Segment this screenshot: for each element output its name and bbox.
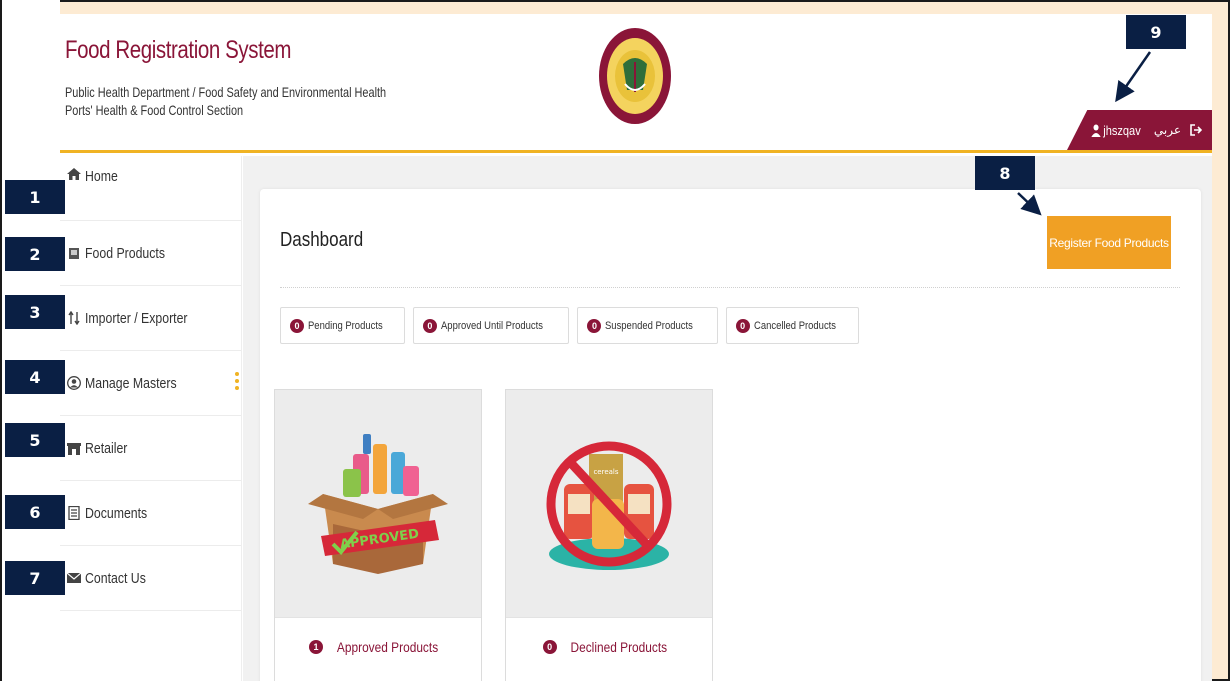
store-icon xyxy=(66,442,82,455)
suspended-products-filter[interactable]: 0 Suspended Products xyxy=(577,307,718,344)
sidebar-item-manage-masters[interactable]: Manage Masters xyxy=(60,351,241,416)
tile-caption: 1 Approved Products xyxy=(275,617,481,675)
sidebar-item-label: Manage Masters xyxy=(85,374,177,392)
tile-caption: 0 Declined Products xyxy=(506,617,712,675)
register-food-products-button[interactable]: Register Food Products xyxy=(1047,216,1171,269)
callout-9: 9 xyxy=(1126,15,1186,49)
home-icon xyxy=(66,168,82,180)
count-badge: 0 xyxy=(735,318,750,333)
document-icon xyxy=(66,506,82,520)
callout-7: 7 xyxy=(5,561,65,595)
filter-label: Cancelled Products xyxy=(753,319,836,332)
filter-label: Approved Until Products xyxy=(440,319,543,332)
status-filter-bar: 0 Pending Products 0 Approved Until Prod… xyxy=(280,307,859,344)
more-options-icon[interactable] xyxy=(235,372,239,390)
sidebar-item-retailer[interactable]: Retailer xyxy=(60,416,241,481)
approved-until-products-filter[interactable]: 0 Approved Until Products xyxy=(412,307,570,344)
app-title: Food Registration System xyxy=(65,36,292,64)
count-badge: 0 xyxy=(290,318,304,333)
user-menu-tab: jhszqav عربي xyxy=(1067,110,1212,150)
app-window: Food Registration System Public Health D… xyxy=(60,14,1212,681)
sidebar-item-home[interactable]: Home xyxy=(60,156,241,221)
envelope-icon xyxy=(66,573,82,583)
tile-label: Approved Products xyxy=(336,638,439,655)
callout-4: 4 xyxy=(5,360,65,394)
approved-products-tile[interactable]: APPROVED 1 Approved Products xyxy=(274,389,482,681)
food-products-icon xyxy=(66,247,82,260)
pending-products-filter[interactable]: 0 Pending Products xyxy=(280,307,405,344)
main-content: Dashboard Register Food Products 0 Pendi… xyxy=(243,156,1212,681)
callout-2: 2 xyxy=(5,237,65,271)
section-subtitle: Ports' Health & Food Control Section xyxy=(65,102,244,118)
app-header: Food Registration System Public Health D… xyxy=(60,14,1212,153)
count-badge: 0 xyxy=(587,318,602,333)
sidebar-item-contact-us[interactable]: Contact Us xyxy=(60,546,241,611)
sidebar-item-label: Home xyxy=(85,168,118,185)
page-title: Dashboard xyxy=(280,229,364,251)
cancelled-products-filter[interactable]: 0 Cancelled Products xyxy=(725,307,859,344)
username-label: jhszqav xyxy=(1103,122,1141,138)
manage-masters-icon xyxy=(66,376,82,390)
filter-label: Pending Products xyxy=(308,319,383,332)
state-of-qatar-ministry-seal-icon xyxy=(599,28,671,124)
dashboard-card: Dashboard Register Food Products 0 Pendi… xyxy=(260,189,1201,681)
callout-6: 6 xyxy=(5,495,65,529)
sidebar-item-label: Food Products xyxy=(85,244,166,262)
callout-1: 1 xyxy=(5,180,65,214)
declined-products-tile[interactable]: cereals 0 Declined Products xyxy=(505,389,713,681)
declined-cans-icon: cereals xyxy=(506,390,712,617)
sidebar-item-label: Contact Us xyxy=(85,569,146,587)
sidebar-item-food-products[interactable]: Food Products xyxy=(60,221,241,286)
count-badge: 1 xyxy=(308,639,323,654)
sidebar-item-importer-exporter[interactable]: Importer / Exporter xyxy=(60,286,241,351)
tile-label: Declined Products xyxy=(570,638,667,655)
user-icon xyxy=(1091,124,1101,137)
logout-icon[interactable] xyxy=(1190,124,1202,136)
approved-box-icon: APPROVED xyxy=(275,390,481,617)
callout-3: 3 xyxy=(5,295,65,329)
cereals-label: cereals xyxy=(593,468,618,476)
callout-5: 5 xyxy=(5,423,65,457)
divider xyxy=(280,287,1180,288)
callout-8: 8 xyxy=(975,156,1035,190)
sidebar-item-label: Importer / Exporter xyxy=(85,309,188,327)
sidebar-item-label: Documents xyxy=(85,504,148,522)
import-export-icon xyxy=(66,311,82,325)
sidebar-nav: Home Food Products Importer / Exporter M… xyxy=(60,156,242,681)
language-toggle[interactable]: عربي xyxy=(1154,123,1181,137)
user-profile-link[interactable]: jhszqav xyxy=(1091,122,1141,138)
filter-label: Suspended Products xyxy=(605,319,694,332)
sidebar-item-documents[interactable]: Documents xyxy=(60,481,241,546)
count-badge: 0 xyxy=(542,639,557,654)
department-subtitle: Public Health Department / Food Safety a… xyxy=(65,84,387,100)
sidebar-item-label: Retailer xyxy=(85,439,128,457)
count-badge: 0 xyxy=(422,318,437,333)
